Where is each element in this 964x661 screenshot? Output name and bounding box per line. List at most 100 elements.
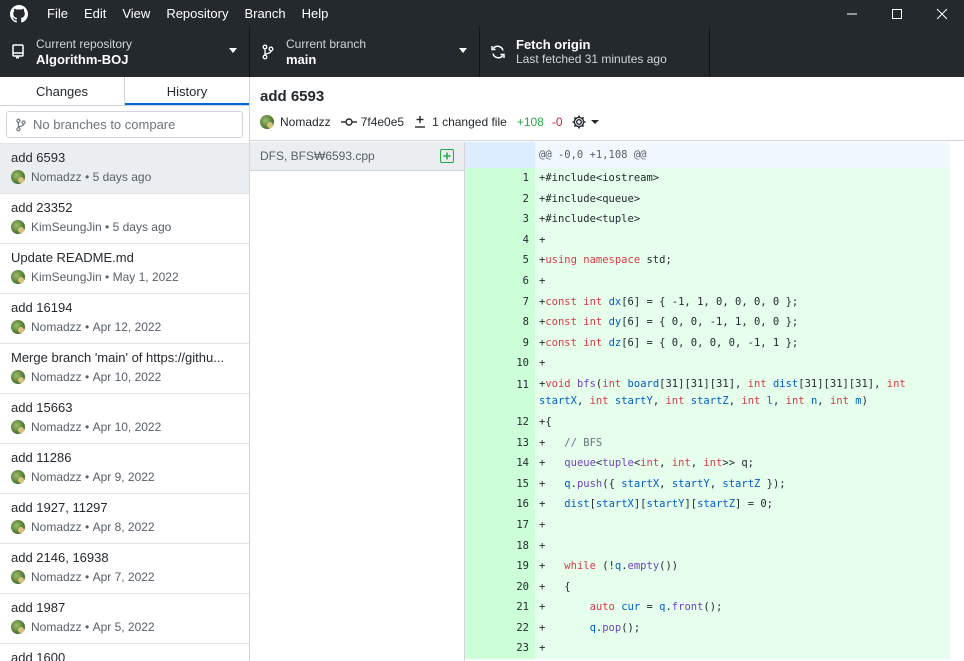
window-controls bbox=[829, 0, 964, 27]
minimize-icon[interactable] bbox=[829, 0, 874, 27]
commit-list-item[interactable]: add 1927, 11297 Nomadzz • Apr 8, 2022 bbox=[0, 494, 249, 544]
avatar bbox=[11, 470, 25, 484]
fetch-origin-button[interactable]: Fetch origin Last fetched 31 minutes ago bbox=[480, 27, 710, 77]
commit-item-title: add 15663 bbox=[11, 400, 73, 415]
line-number: 9 bbox=[500, 332, 535, 354]
menu-file[interactable]: File bbox=[38, 0, 76, 27]
sidebar-tabs: Changes History bbox=[0, 77, 249, 106]
commit-list-item[interactable]: add 6593 Nomadzz • 5 days ago bbox=[0, 144, 249, 194]
menu-help[interactable]: Help bbox=[294, 0, 337, 27]
commit-item-date: Apr 12, 2022 bbox=[92, 320, 162, 334]
sidebar: Changes History No branches to compare a… bbox=[0, 77, 250, 661]
repo-label: Current repository bbox=[36, 37, 133, 51]
diff-settings-button[interactable] bbox=[571, 114, 600, 130]
diff-line[interactable]: 17 + bbox=[465, 514, 950, 536]
branch-icon bbox=[16, 118, 26, 131]
commit-list-item[interactable]: add 23352 KimSeungJin • 5 days ago bbox=[0, 194, 249, 244]
commit-item-title: add 1927, 11297 bbox=[11, 500, 108, 515]
line-number: 3 bbox=[500, 209, 535, 230]
code-text: +const int dz[6] = { 0, 0, 0, 0, -1, 1 }… bbox=[535, 332, 950, 354]
commit-author: Nomadzz bbox=[280, 115, 331, 129]
diff-line[interactable]: 22 + q.pop(); bbox=[465, 617, 950, 639]
avatar bbox=[11, 520, 25, 534]
commit-list-item[interactable]: add 15663 Nomadzz • Apr 10, 2022 bbox=[0, 394, 249, 444]
diff-line[interactable]: 6 + bbox=[465, 270, 950, 292]
commit-list-item[interactable]: add 1987 Nomadzz • Apr 5, 2022 bbox=[0, 594, 249, 644]
code-text: +#include<iostream> bbox=[535, 168, 950, 189]
diff-line[interactable]: 19 + while (!q.empty()) bbox=[465, 556, 950, 577]
commit-list-item[interactable]: Merge branch 'main' of https://githu... N… bbox=[0, 344, 249, 394]
line-number: 21 bbox=[500, 597, 535, 618]
commit-item-date: Apr 5, 2022 bbox=[92, 620, 155, 634]
close-icon[interactable] bbox=[919, 0, 964, 27]
diff-line[interactable]: 11 +void bfs(int board[31][31][31], int d… bbox=[465, 373, 950, 412]
file-list-item[interactable]: DFS, BFS₩6593.cpp bbox=[250, 142, 464, 171]
current-branch-button[interactable]: Current branch main bbox=[250, 27, 480, 77]
commit-item-date: 5 days ago bbox=[112, 220, 172, 234]
maximize-icon[interactable] bbox=[874, 0, 919, 27]
diff-line[interactable]: 9 +const int dz[6] = { 0, 0, 0, 0, -1, 1 … bbox=[465, 332, 950, 354]
diff-line[interactable]: 2 +#include<queue> bbox=[465, 188, 950, 210]
commit-item-title: add 6593 bbox=[11, 150, 66, 165]
line-number: 19 bbox=[500, 556, 535, 577]
branch-label: Current branch bbox=[286, 37, 367, 51]
repo-name: Algorithm-BOJ bbox=[36, 52, 129, 67]
diff-line[interactable]: 15 + q.push({ startX, startY, startZ }); bbox=[465, 473, 950, 495]
line-number: 4 bbox=[500, 229, 535, 251]
fetch-label: Fetch origin bbox=[516, 37, 591, 52]
code-text: + // BFS bbox=[535, 432, 950, 454]
diff-line[interactable]: 20 + { bbox=[465, 576, 950, 598]
commit-list-item[interactable]: add 16194 Nomadzz • Apr 12, 2022 bbox=[0, 294, 249, 344]
commit-item-date: Apr 8, 2022 bbox=[92, 520, 155, 534]
diff-line[interactable]: 3 +#include<tuple> bbox=[465, 209, 950, 230]
commit-item-author: Nomadzz bbox=[31, 470, 82, 484]
branch-icon bbox=[250, 44, 286, 60]
commit-sha[interactable]: 7f4e0e5 bbox=[361, 114, 404, 130]
code-text: + bbox=[535, 638, 950, 660]
chevron-down-icon bbox=[229, 48, 237, 53]
line-number: 17 bbox=[500, 514, 535, 536]
diff-line[interactable]: 21 + auto cur = q.front(); bbox=[465, 597, 950, 618]
commit-list-item[interactable]: add 1600 bbox=[0, 644, 249, 661]
diff-line[interactable]: 23 + bbox=[465, 638, 950, 660]
code-text: +#include<queue> bbox=[535, 188, 950, 210]
avatar bbox=[260, 115, 274, 129]
diff-line[interactable]: 13 + // BFS bbox=[465, 432, 950, 454]
branch-compare-input[interactable]: No branches to compare bbox=[6, 111, 243, 138]
line-number: 15 bbox=[500, 473, 535, 495]
code-text: + bbox=[535, 514, 950, 536]
diff-line[interactable]: 8 +const int dy[6] = { 0, 0, -1, 1, 0, 0 … bbox=[465, 312, 950, 333]
diff-line[interactable]: 7 +const int dx[6] = { -1, 1, 0, 0, 0, 0 … bbox=[465, 291, 950, 313]
diff-line[interactable]: 14 + queue<tuple<int, int, int>> q; bbox=[465, 453, 950, 474]
menu-branch[interactable]: Branch bbox=[236, 0, 293, 27]
commit-list-item[interactable]: add 11286 Nomadzz • Apr 9, 2022 bbox=[0, 444, 249, 494]
menu-edit[interactable]: Edit bbox=[76, 0, 114, 27]
commit-list-item[interactable]: Update README.md KimSeungJin • May 1, 202… bbox=[0, 244, 249, 294]
code-text: + dist[startX][startY][startZ] = 0; bbox=[535, 494, 950, 515]
code-text: + bbox=[535, 270, 950, 292]
current-repository-button[interactable]: Current repository Algorithm-BOJ bbox=[0, 27, 250, 77]
commit-item-author: Nomadzz bbox=[31, 620, 82, 634]
tab-changes[interactable]: Changes bbox=[0, 77, 125, 105]
code-text: + bbox=[535, 535, 950, 557]
diff-scrollbar[interactable] bbox=[950, 142, 964, 661]
diff-line[interactable]: 5 +using namespace std; bbox=[465, 250, 950, 271]
diff-line[interactable]: 12 +{ bbox=[465, 411, 950, 433]
diff-line[interactable]: 4 + bbox=[465, 229, 950, 251]
tab-history[interactable]: History bbox=[125, 77, 249, 105]
code-text: +using namespace std; bbox=[535, 250, 950, 271]
hunk-text: @@ -0,0 +1,108 @@ bbox=[535, 142, 950, 168]
menu-repository[interactable]: Repository bbox=[158, 0, 236, 27]
avatar bbox=[11, 420, 25, 434]
diff-line[interactable]: 1 +#include<iostream> bbox=[465, 168, 950, 189]
diff-line[interactable]: 16 + dist[startX][startY][startZ] = 0; bbox=[465, 494, 950, 515]
diff-line[interactable]: 10 + bbox=[465, 353, 950, 374]
commit-list-item[interactable]: add 2146, 16938 Nomadzz • Apr 7, 2022 bbox=[0, 544, 249, 594]
code-text: + q.push({ startX, startY, startZ }); bbox=[535, 473, 950, 495]
line-number: 8 bbox=[500, 312, 535, 333]
diff-line[interactable]: 18 + bbox=[465, 535, 950, 557]
avatar bbox=[11, 620, 25, 634]
file-added-icon bbox=[440, 149, 454, 163]
menu-view[interactable]: View bbox=[114, 0, 158, 27]
chevron-down-icon bbox=[459, 48, 467, 53]
